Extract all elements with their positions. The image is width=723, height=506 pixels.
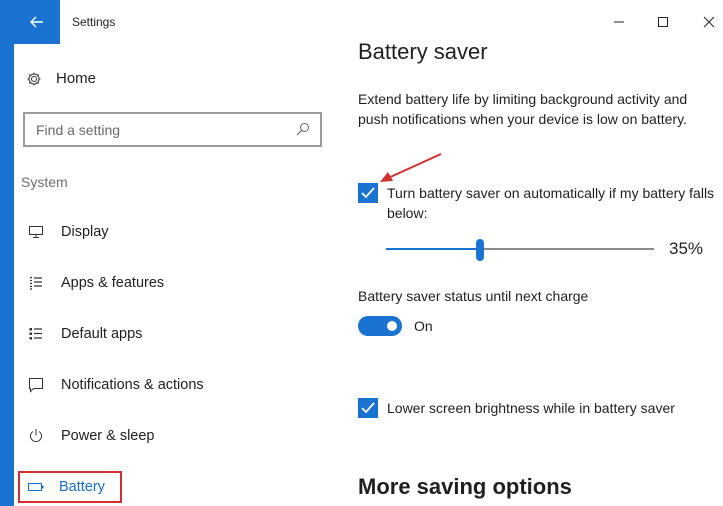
threshold-slider[interactable] (386, 239, 654, 261)
lower-brightness-label: Lower screen brightness while in battery… (387, 400, 675, 416)
status-label: Battery saver status until next charge (358, 288, 589, 304)
window-title: Settings (72, 15, 116, 29)
battery-saver-toggle[interactable] (358, 316, 402, 336)
default-apps-icon (28, 326, 44, 342)
toggle-state-label: On (414, 318, 433, 334)
search-input[interactable] (36, 121, 286, 138)
message-icon (28, 377, 44, 393)
gear-icon (27, 72, 41, 85)
slider-thumb[interactable] (476, 239, 484, 261)
auto-battery-saver-checkbox[interactable] (358, 183, 378, 203)
search-icon (296, 123, 309, 136)
sidebar-item-apps-features[interactable]: Apps & features (18, 269, 164, 297)
battery-icon (28, 479, 44, 495)
toggle-knob (387, 321, 397, 331)
slider-fill (386, 248, 480, 250)
sidebar-item-battery[interactable]: Battery (18, 471, 122, 503)
sidebar-item-power-sleep[interactable]: Power & sleep (18, 422, 155, 450)
home-nav-item[interactable]: Home (26, 70, 96, 87)
checkmark-icon (361, 402, 375, 414)
left-accent-strip (0, 0, 14, 506)
sidebar-item-label: Default apps (61, 326, 143, 342)
search-box[interactable] (23, 112, 322, 147)
list-icon (28, 275, 44, 291)
threshold-value: 35% (669, 239, 704, 258)
sidebar-item-display[interactable]: Display (18, 218, 109, 246)
more-saving-options-heading: More saving options (358, 474, 572, 499)
sidebar-item-label: Notifications & actions (61, 377, 204, 393)
sidebar-item-label: Power & sleep (61, 428, 155, 444)
section-label-system: System (21, 174, 68, 190)
power-icon (28, 428, 44, 444)
back-button[interactable] (14, 0, 60, 44)
description-text: Extend battery life by limiting backgrou… (358, 91, 688, 127)
sidebar: Home System Display Apps & features Defa… (14, 44, 334, 506)
sidebar-item-notifications[interactable]: Notifications & actions (18, 371, 204, 399)
auto-battery-saver-label: Turn battery saver on automatically if m… (387, 185, 715, 221)
battery-saver-toggle-row[interactable]: On (358, 316, 433, 336)
main-content: Battery saver Extend battery life by lim… (358, 0, 723, 506)
checkmark-icon (361, 187, 375, 199)
home-label: Home (56, 70, 97, 87)
sidebar-item-label: Display (61, 224, 109, 240)
page-title: Battery saver (358, 39, 488, 64)
lower-brightness-checkbox[interactable] (358, 398, 378, 418)
lower-brightness-checkbox-row[interactable]: Lower screen brightness while in battery… (358, 398, 675, 418)
auto-battery-saver-checkbox-row[interactable]: Turn battery saver on automatically if m… (358, 183, 718, 223)
sidebar-item-label: Battery (59, 479, 105, 495)
back-arrow-icon (30, 16, 43, 28)
sidebar-item-label: Apps & features (61, 275, 165, 291)
monitor-icon (28, 224, 44, 240)
sidebar-item-default-apps[interactable]: Default apps (18, 320, 142, 348)
